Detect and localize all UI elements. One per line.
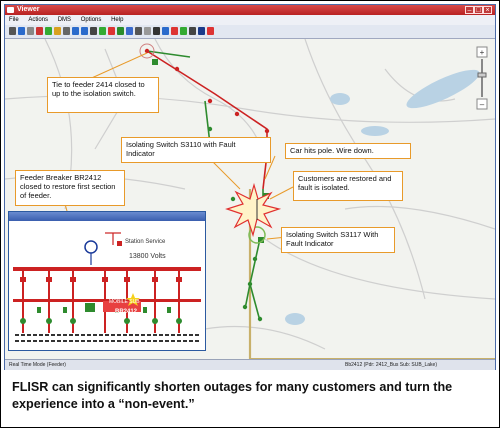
status-location: Bb2412 (Pdr: 2412_Bus Sub: SUB_Lake) <box>345 362 438 368</box>
substation-diagram <box>13 232 201 342</box>
maximize-button[interactable]: □ <box>474 6 483 14</box>
callout-breaker-br2412: Feeder Breaker BR2412 closed to restore … <box>15 170 125 206</box>
svg-text:–: – <box>480 100 485 109</box>
voltage-label: 13800 Volts <box>129 253 166 260</box>
menu-dms[interactable]: DMS <box>54 15 75 25</box>
record-icon[interactable] <box>207 27 214 35</box>
print-icon[interactable] <box>162 27 169 35</box>
alarm-icon[interactable] <box>171 27 178 35</box>
save-icon[interactable] <box>18 27 25 35</box>
callout-tie-feeder: Tie to feeder 2414 closed to up to the i… <box>47 77 159 113</box>
app-icon <box>7 7 14 13</box>
pond <box>330 93 350 105</box>
trace-icon[interactable] <box>117 27 124 35</box>
title-bar: Viewer – □ × <box>5 5 495 15</box>
inset-title-bar <box>9 212 205 221</box>
pond <box>285 313 305 325</box>
pond <box>361 126 389 136</box>
select-icon[interactable] <box>63 27 70 35</box>
menu-actions[interactable]: Actions <box>24 15 52 25</box>
grid-icon[interactable] <box>144 27 151 35</box>
highlight-icon[interactable] <box>54 27 61 35</box>
close-button[interactable]: × <box>483 6 492 14</box>
cut-icon[interactable] <box>27 27 34 35</box>
map-view[interactable]: + – Tie to feeder 2414 closed to up to t… <box>5 39 495 359</box>
lake <box>406 69 480 109</box>
callout-switch-s3110: Isolating Switch S3110 with Fault Indica… <box>121 137 271 163</box>
window-title: Viewer <box>17 6 40 13</box>
menu-bar: File Actions DMS Options Help <box>5 15 495 25</box>
open-icon[interactable] <box>9 27 16 35</box>
network-icon[interactable] <box>189 27 196 35</box>
zoom-out-icon[interactable] <box>81 27 88 35</box>
menu-options[interactable]: Options <box>77 15 106 25</box>
check-icon[interactable] <box>180 27 187 35</box>
station-service-label: Station Service <box>125 239 166 245</box>
layers-icon[interactable] <box>99 27 106 35</box>
zoom-slider[interactable]: + – <box>476 46 488 110</box>
home-icon[interactable] <box>198 27 205 35</box>
switch-icon[interactable] <box>135 27 142 35</box>
viewer-window: Viewer – □ × File Actions DMS Options He… <box>4 4 496 370</box>
pan-icon[interactable] <box>90 27 97 35</box>
feeder-icon[interactable] <box>126 27 133 35</box>
svg-text:+: + <box>480 48 485 57</box>
callout-car-hits-pole: Car hits pole. Wire down. <box>285 143 411 159</box>
substation-inset-window[interactable]: Station Service 13800 Volts MOBILE SUB B… <box>8 211 206 351</box>
breaker-br2412-symbol[interactable] <box>85 303 95 312</box>
status-bar: Real Time Mode (Feeder) Bb2412 (Pdr: 241… <box>5 359 495 370</box>
callout-customers-restored: Customers are restored and fault is isol… <box>293 171 403 201</box>
switch-s2414[interactable] <box>152 59 158 65</box>
delete-icon[interactable] <box>36 27 43 35</box>
status-mode: Real Time Mode (Feeder) <box>9 362 66 368</box>
refresh-icon[interactable] <box>45 27 52 35</box>
callout-switch-s3117: Isolating Switch S3117 With Fault Indica… <box>281 227 395 253</box>
main-bus <box>13 267 201 271</box>
measure-icon[interactable] <box>153 27 160 35</box>
zoom-in-icon[interactable] <box>72 27 79 35</box>
fault-burst-icon <box>225 182 282 238</box>
menu-file[interactable]: File <box>5 15 23 25</box>
figure-caption: FLISR can significantly shorten outages … <box>12 380 453 411</box>
menu-help[interactable]: Help <box>107 15 127 25</box>
transformer-icon <box>84 240 98 254</box>
breaker-label: BR2412 <box>115 309 138 315</box>
stop-icon[interactable] <box>108 27 115 35</box>
mobile-sub-label: MOBILE SUB <box>109 299 140 305</box>
toolbar <box>5 25 495 39</box>
minimize-button[interactable]: – <box>465 6 474 14</box>
